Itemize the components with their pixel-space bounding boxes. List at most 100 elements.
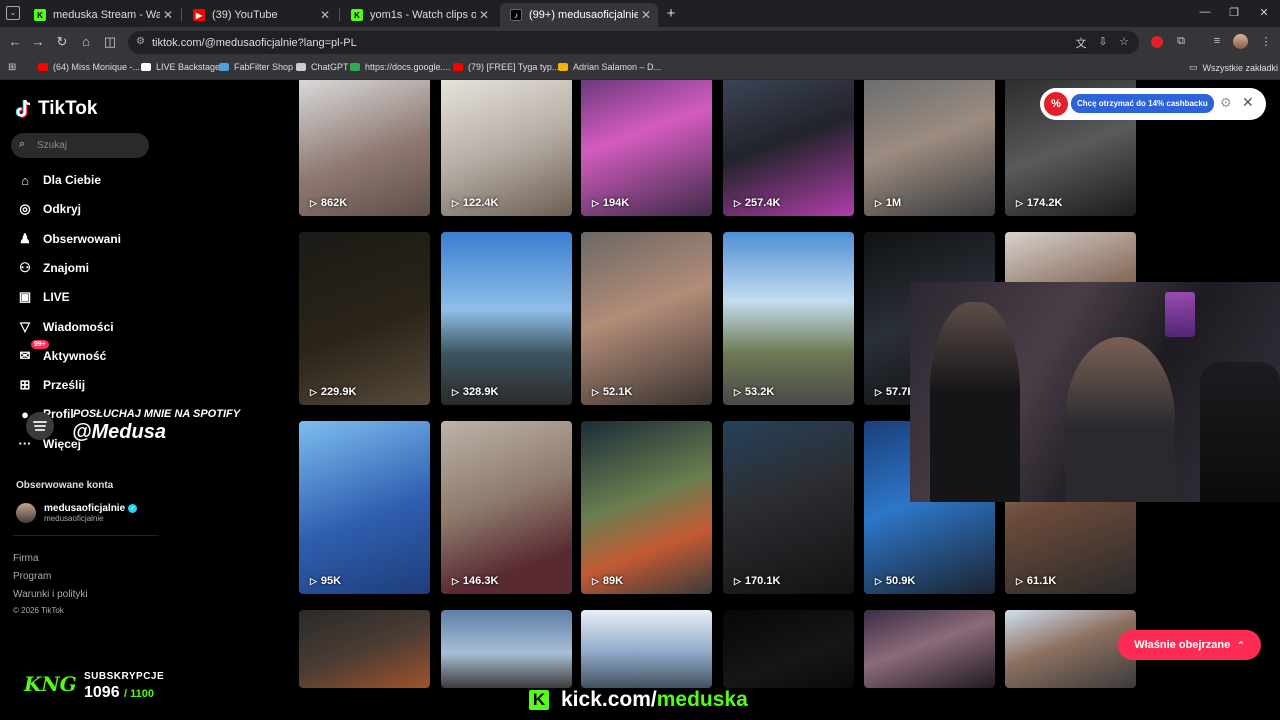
tiktok-logo[interactable]: TikTok (16, 98, 97, 120)
search-placeholder: Szukaj (37, 140, 68, 151)
view-count-text: 170.1K (744, 575, 781, 587)
video-thumbnail[interactable]: ▷ 170.1K (723, 421, 854, 594)
live-icon: ▣ (18, 289, 32, 305)
browser-menu-icon[interactable]: ⋮ (1258, 35, 1274, 48)
video-thumbnail[interactable] (723, 610, 854, 688)
video-thumbnail[interactable]: ▷ 89K (581, 421, 712, 594)
bookmark-item[interactable]: (79) [FREE] Tyga typ... (453, 62, 559, 72)
bookmark-item[interactable]: https://docs.google.... (350, 62, 451, 72)
reload-icon[interactable]: ↻ (53, 34, 71, 50)
recently-watched-button[interactable]: Właśnie obejrzane ⌃ (1118, 630, 1261, 660)
video-thumbnail[interactable]: ▷ 146.3K (441, 421, 572, 594)
video-thumbnail[interactable] (299, 610, 430, 688)
bookmark-item[interactable]: (64) Miss Monique -... (38, 62, 140, 72)
adblock-extension-icon[interactable] (1151, 36, 1163, 48)
reading-list-icon[interactable]: ≡ (1209, 35, 1225, 47)
bookmark-item[interactable]: ChatGPT (296, 62, 349, 72)
play-icon: ▷ (734, 197, 741, 208)
video-thumbnail[interactable]: ▷ 95K (299, 421, 430, 594)
video-thumbnail[interactable] (1005, 610, 1136, 688)
extensions-icon[interactable]: ⧉ (1173, 35, 1189, 48)
footer-link[interactable]: Warunki i polityki (13, 589, 88, 600)
followed-account[interactable]: medusaoficjalnie ✓ medusaoficjalnie (16, 503, 138, 523)
tab-search-icon[interactable]: ⌄ (6, 6, 20, 20)
footer-link[interactable]: Program (13, 571, 51, 582)
tab-title: (39) YouTube (212, 9, 278, 21)
video-thumbnail[interactable] (441, 610, 572, 688)
view-count-text: 174.2K (1026, 197, 1063, 209)
kick-url-prefix: kick.com/ (561, 688, 657, 711)
close-tab-icon[interactable]: ✕ (160, 8, 176, 22)
video-thumbnail[interactable]: ▷ 53.2K (723, 232, 854, 405)
video-thumbnail[interactable]: ▷ 122.4K (441, 80, 572, 216)
back-icon[interactable]: ← (6, 34, 24, 49)
nav-label: Dla Ciebie (43, 173, 102, 187)
close-popup-icon[interactable]: ✕ (1242, 94, 1254, 111)
kick-icon: K (34, 9, 46, 21)
tab-title: yom1s - Watch clips on Kick (370, 9, 476, 21)
nav-item-messages[interactable]: ▽ Wiadomości (16, 318, 114, 336)
kick-channel-name: meduska (656, 688, 748, 711)
kick-channel-banner: K kick.com/ meduska (529, 688, 748, 712)
nav-item-live[interactable]: ▣ LIVE (16, 288, 70, 306)
split-view-icon[interactable]: ◫ (101, 34, 119, 50)
tab-1[interactable]: Kmeduska Stream - Watch Live o✕ (24, 3, 180, 27)
king-logo-icon: KNG (24, 672, 77, 696)
footer-link: © 2026 TikTok (13, 606, 64, 615)
settings-gear-icon[interactable]: ⚙ (1220, 95, 1232, 111)
translate-icon[interactable]: 文 (1073, 35, 1089, 51)
new-tab-button[interactable]: + (664, 5, 678, 22)
close-window-icon[interactable]: ✕ (1255, 6, 1273, 19)
tab-2[interactable]: ▶ (39) YouTube ✕ (183, 3, 337, 27)
nav-item-following[interactable]: ♟ Obserwowani (16, 230, 121, 248)
video-thumbnail[interactable]: ▷ 52.1K (581, 232, 712, 405)
video-thumbnail[interactable]: ▷ 1M (864, 80, 995, 216)
video-thumbnail[interactable]: ▷ 229.9K (299, 232, 430, 405)
sidebar-divider (13, 535, 159, 536)
view-count-text: 194K (602, 197, 630, 209)
video-thumbnail[interactable]: ▷ 328.9K (441, 232, 572, 405)
messages-icon: ▽ (20, 318, 30, 334)
bookmark-item[interactable]: Adrian Salamon – D... (558, 62, 661, 72)
nav-item-friends[interactable]: ⚇ Znajomi (16, 259, 89, 277)
video-thumbnail[interactable] (864, 610, 995, 688)
close-tab-icon[interactable]: ✕ (476, 8, 492, 22)
apps-grid-icon[interactable]: ⊞ (8, 62, 16, 73)
bookmark-item[interactable]: LIVE Backstage (141, 62, 220, 72)
bookmark-star-icon[interactable]: ☆ (1116, 35, 1132, 48)
tab-3[interactable]: Kyom1s - Watch clips on Kick✕ (341, 3, 496, 27)
install-app-icon[interactable]: ⇩ (1095, 35, 1111, 48)
nav-item-activity[interactable]: ✉ 99+ Aktywność (16, 339, 106, 365)
all-bookmarks-folder[interactable]: ▭ Wszystkie zakładki (1189, 62, 1278, 73)
address-bar[interactable]: ⚙ tiktok.com/@medusaoficjalnie?lang=pl-P… (128, 31, 1139, 54)
nav-item-home[interactable]: ⌂ Dla Ciebie (16, 171, 101, 189)
cashback-button[interactable]: Chcę otrzymać do 14% cashbacku (1071, 94, 1214, 113)
profile-avatar-icon[interactable] (1233, 34, 1248, 49)
site-info-icon[interactable]: ⚙ (136, 36, 145, 47)
video-thumbnail[interactable]: ▷ 862K (299, 80, 430, 216)
nav-label: Wiadomości (43, 319, 114, 334)
footer-link[interactable]: Firma (13, 553, 39, 564)
view-count-text: 95K (320, 575, 342, 587)
minimize-icon[interactable]: — (1196, 6, 1214, 18)
bookmark-item[interactable]: FabFilter Shop (219, 62, 293, 72)
close-tab-icon[interactable]: ✕ (317, 8, 333, 22)
forward-icon[interactable]: → (29, 34, 47, 49)
search-input[interactable]: ⌕ Szukaj (11, 133, 149, 158)
restore-icon[interactable]: ❐ (1225, 6, 1243, 19)
view-count: ▷ 1M (875, 197, 901, 209)
bookmark-favicon-icon (350, 63, 360, 71)
cashback-logo-icon: % (1044, 92, 1068, 116)
video-thumbnail[interactable]: ▷ 257.4K (723, 80, 854, 216)
home-nav-icon[interactable]: ⌂ (77, 34, 95, 49)
friends-icon: ⚇ (19, 259, 31, 275)
bookmark-favicon-icon (453, 63, 463, 71)
video-thumbnail[interactable] (581, 610, 712, 688)
bookmark-label: (79) [FREE] Tyga typ... (468, 62, 560, 72)
tab-4[interactable]: ♪ (99+) medusaoficjalnie (@medu✕ (500, 3, 658, 27)
video-thumbnail[interactable]: ▷ 194K (581, 80, 712, 216)
nav-item-upload[interactable]: ⊞ Prześlij (16, 376, 85, 394)
tab-separator (339, 8, 340, 21)
close-tab-icon[interactable]: ✕ (638, 8, 654, 22)
nav-item-compass[interactable]: ◎ Odkryj (16, 200, 81, 218)
